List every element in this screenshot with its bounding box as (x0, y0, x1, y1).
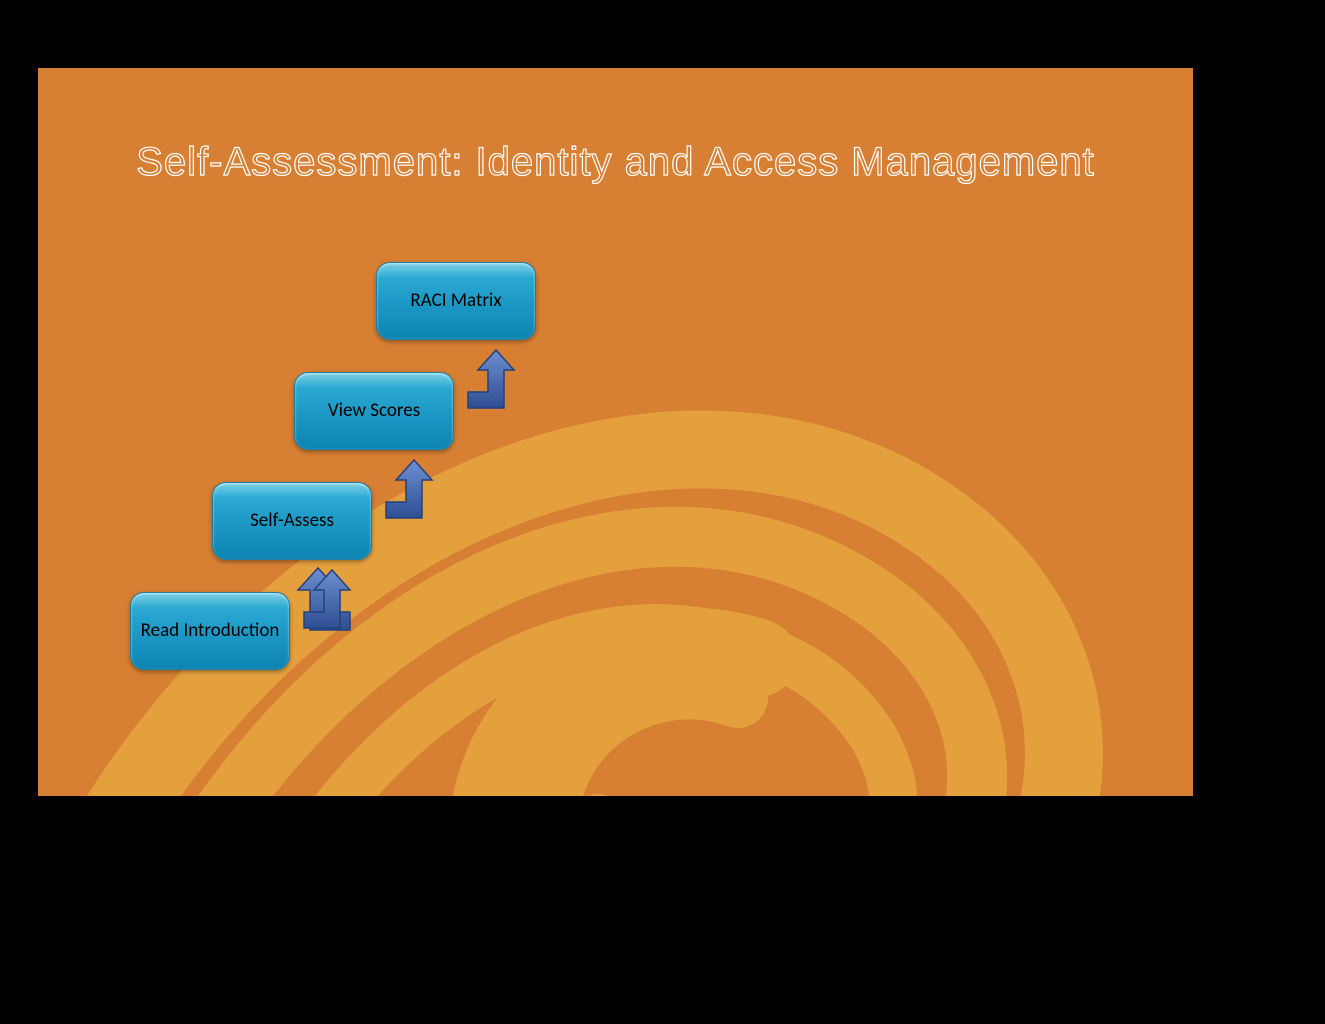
arrow-icon (460, 346, 520, 416)
step-self-assess[interactable]: Self-Assess (212, 482, 372, 560)
step-view-scores[interactable]: View Scores (294, 372, 454, 450)
slide-title: Self-Assessment: Identity and Access Man… (38, 140, 1193, 185)
step-raci-matrix[interactable]: RACI Matrix (376, 262, 536, 340)
step-read-introduction[interactable]: Read Introduction (130, 592, 290, 670)
arrow-icon (378, 456, 438, 526)
step-label: RACI Matrix (410, 290, 501, 312)
slide: Self-Assessment: Identity and Access Man… (38, 68, 1193, 796)
step-label: Read Introduction (141, 620, 280, 642)
step-label: Self-Assess (250, 510, 334, 532)
step-label: View Scores (328, 400, 420, 422)
arrow-icon (296, 566, 356, 636)
background-swirl (38, 188, 1193, 796)
